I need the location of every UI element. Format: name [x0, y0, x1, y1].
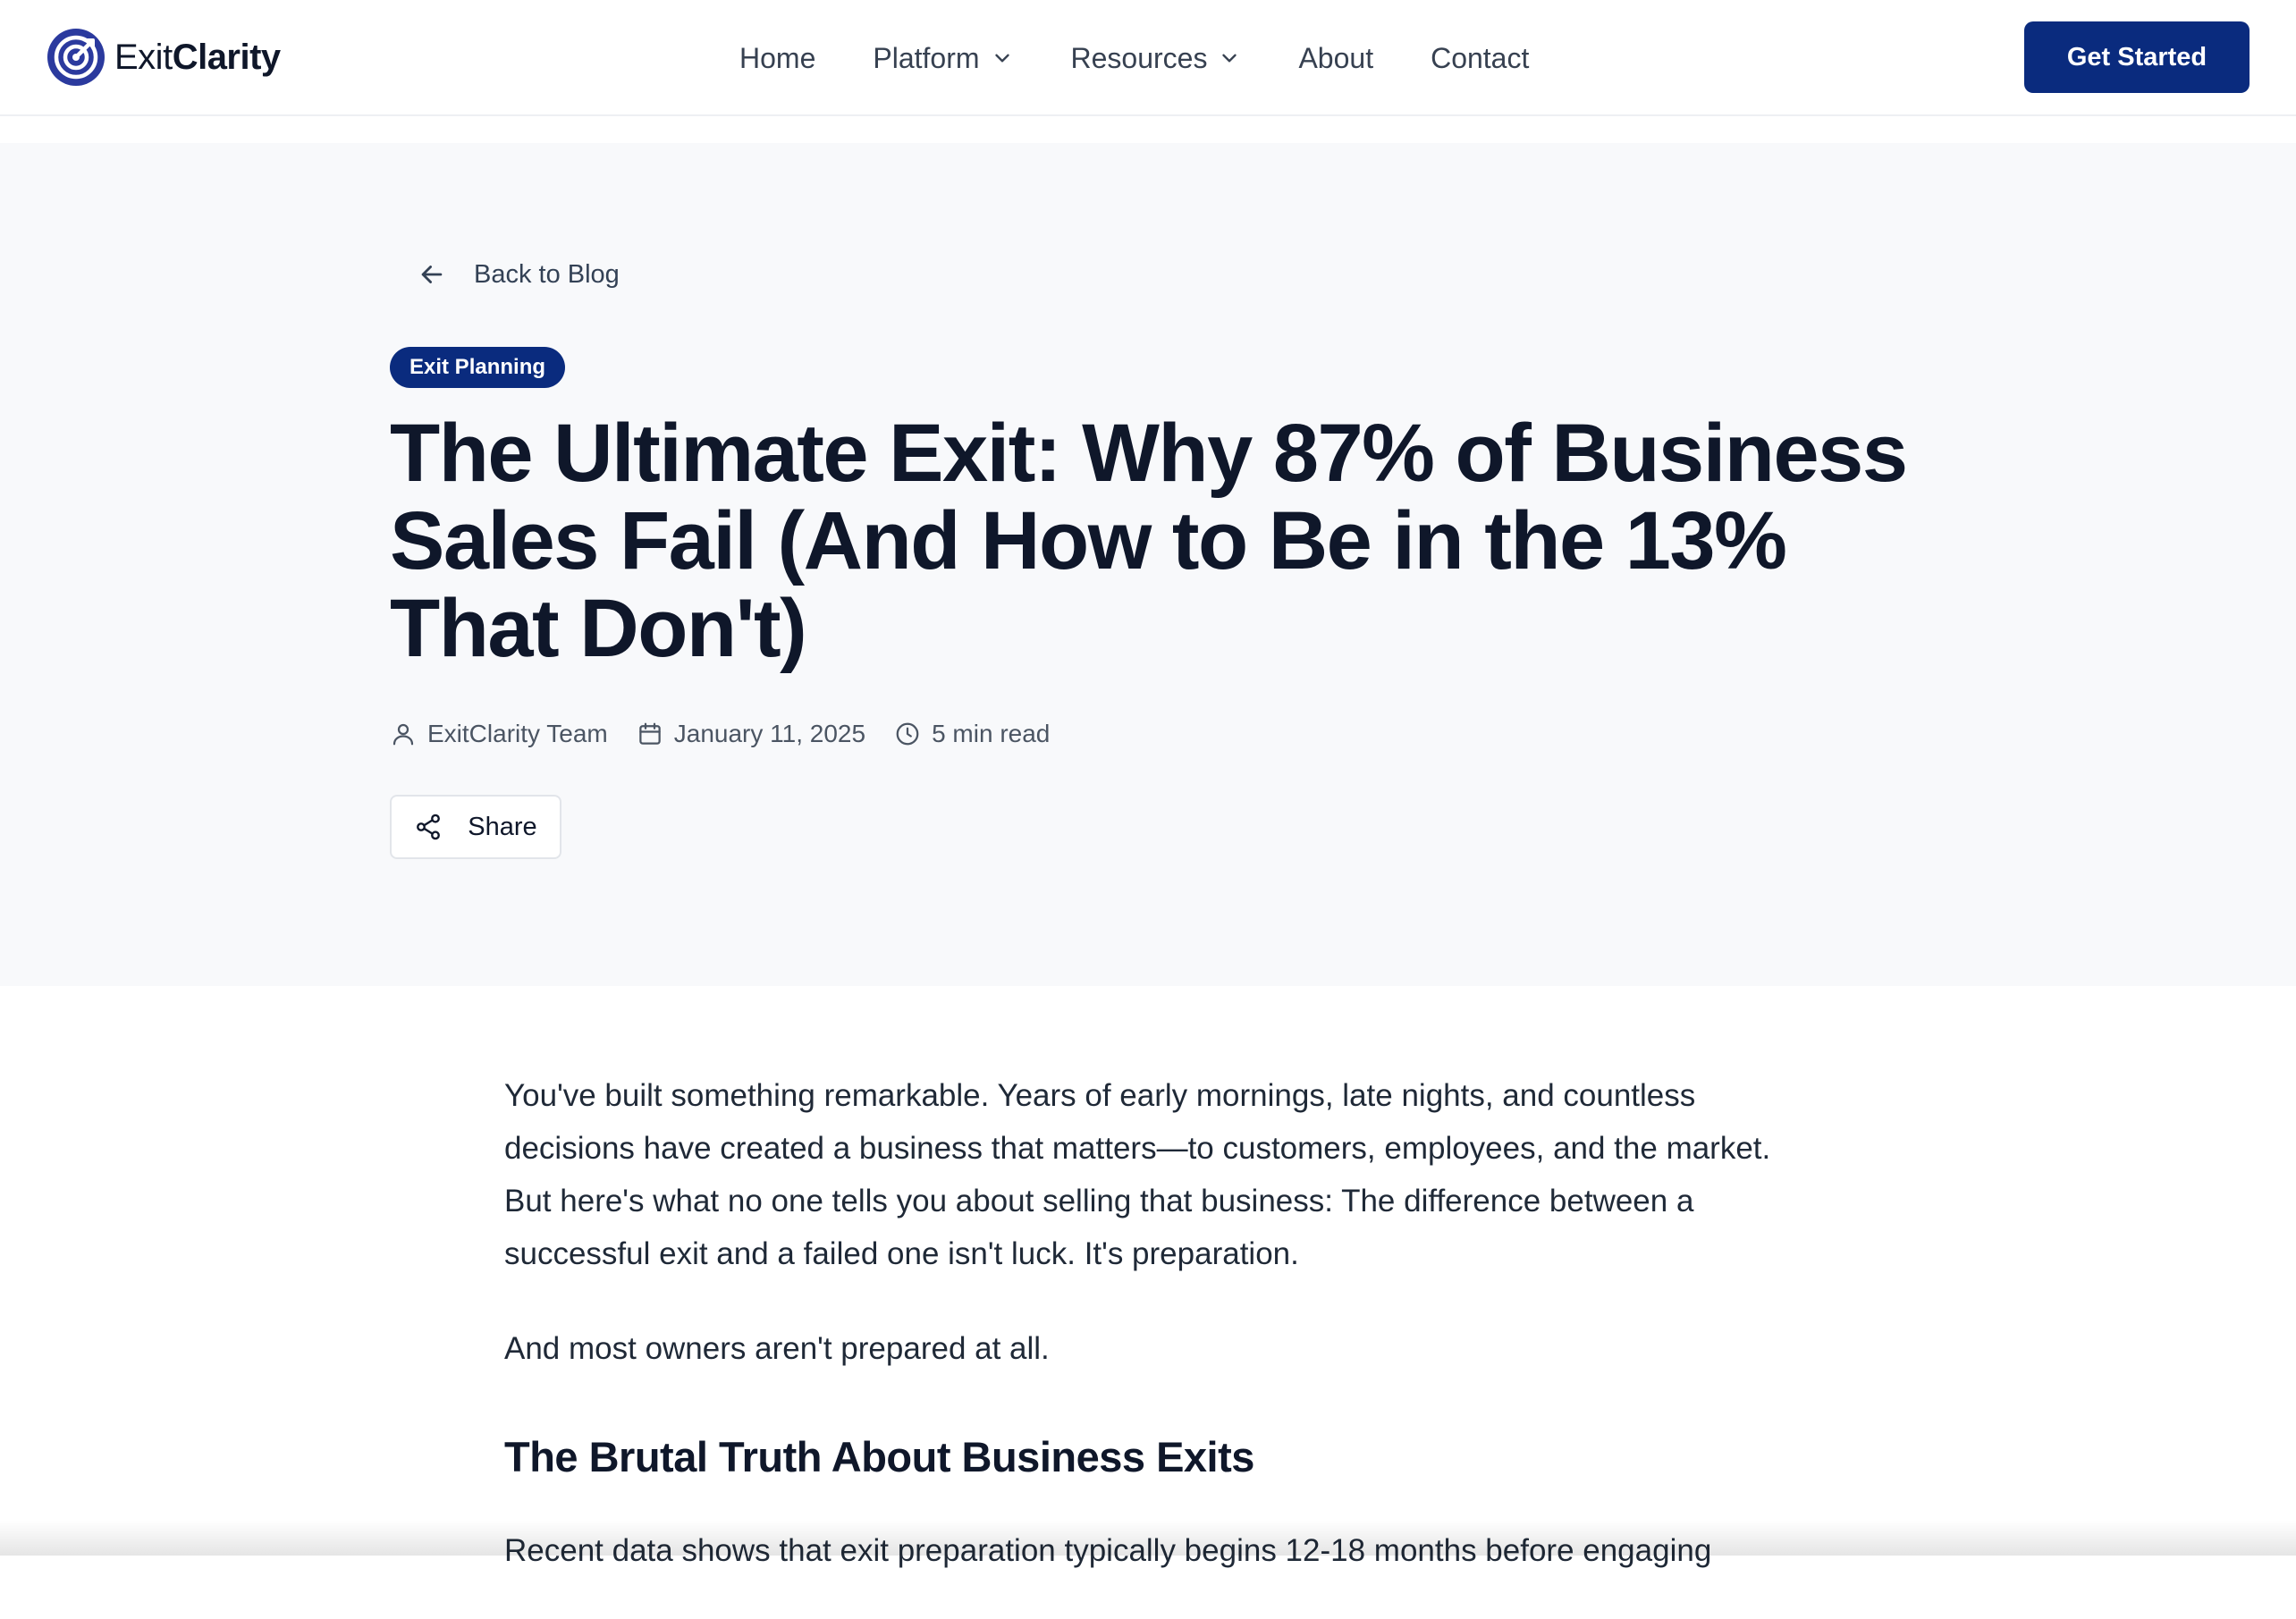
nav-item-about[interactable]: About [1298, 42, 1373, 75]
share-button[interactable]: Share [390, 795, 561, 859]
article-meta: ExitClarity Team January 11, 2025 5 min … [390, 716, 1050, 752]
user-icon [393, 723, 414, 746]
nav-item-label: About [1298, 41, 1374, 74]
nav-item-home[interactable]: Home [739, 42, 815, 75]
main-nav: Home Platform Resources About Contact [739, 34, 1529, 82]
brand-name-regular: Exit [114, 37, 173, 77]
nav-item-label: Platform [873, 41, 980, 74]
article-body: You've built something remarkable. Years… [504, 1069, 1792, 1619]
share-label: Share [468, 812, 537, 841]
brand-name-bold: Clarity [172, 37, 282, 77]
share-icon [417, 814, 441, 840]
article-paragraph: You've built something remarkable. Years… [504, 1078, 1771, 1271]
nav-item-label: Resources [1070, 41, 1208, 74]
arrow-left-icon [421, 266, 443, 283]
category-badge: Exit Planning [390, 347, 566, 388]
get-started-button[interactable]: Get Started [2024, 21, 2250, 93]
author-name: ExitClarity Team [427, 720, 608, 747]
date-meta: January 11, 2025 [637, 720, 865, 748]
nav-item-label: Contact [1431, 41, 1530, 74]
nav-item-resources[interactable]: Resources [1071, 42, 1242, 75]
calendar-icon [639, 722, 661, 745]
clock-icon [896, 722, 919, 746]
article-paragraph: Recent data shows that exit preparation … [504, 1533, 1712, 1568]
logo[interactable]: ExitClarity [46, 28, 281, 87]
read-time: 5 min read [932, 720, 1051, 747]
chevron-down-icon [994, 54, 1009, 63]
brand-name: ExitClarity [114, 38, 281, 78]
back-link-label: Back to Blog [474, 259, 620, 289]
back-to-blog-link[interactable]: Back to Blog [417, 248, 620, 301]
target-icon [47, 29, 105, 86]
author-meta: ExitClarity Team [390, 720, 608, 748]
nav-item-platform[interactable]: Platform [873, 42, 1013, 75]
article-hero: Back to Blog Exit Planning The Ultimate … [0, 143, 2296, 986]
nav-item-label: Home [739, 41, 816, 74]
article-paragraph: And most owners aren't prepared at all. [504, 1331, 1050, 1366]
nav-item-contact[interactable]: Contact [1431, 42, 1529, 75]
article-title: The Ultimate Exit: Why 87% of Business S… [390, 408, 1908, 674]
publish-date: January 11, 2025 [673, 720, 866, 747]
chevron-down-icon [1222, 54, 1237, 63]
read-time-meta: 5 min read [894, 720, 1050, 748]
section-heading: The Brutal Truth About Business Exits [504, 1433, 1254, 1480]
site-header: ExitClarity Home Platform Resources Abou… [0, 0, 2296, 116]
